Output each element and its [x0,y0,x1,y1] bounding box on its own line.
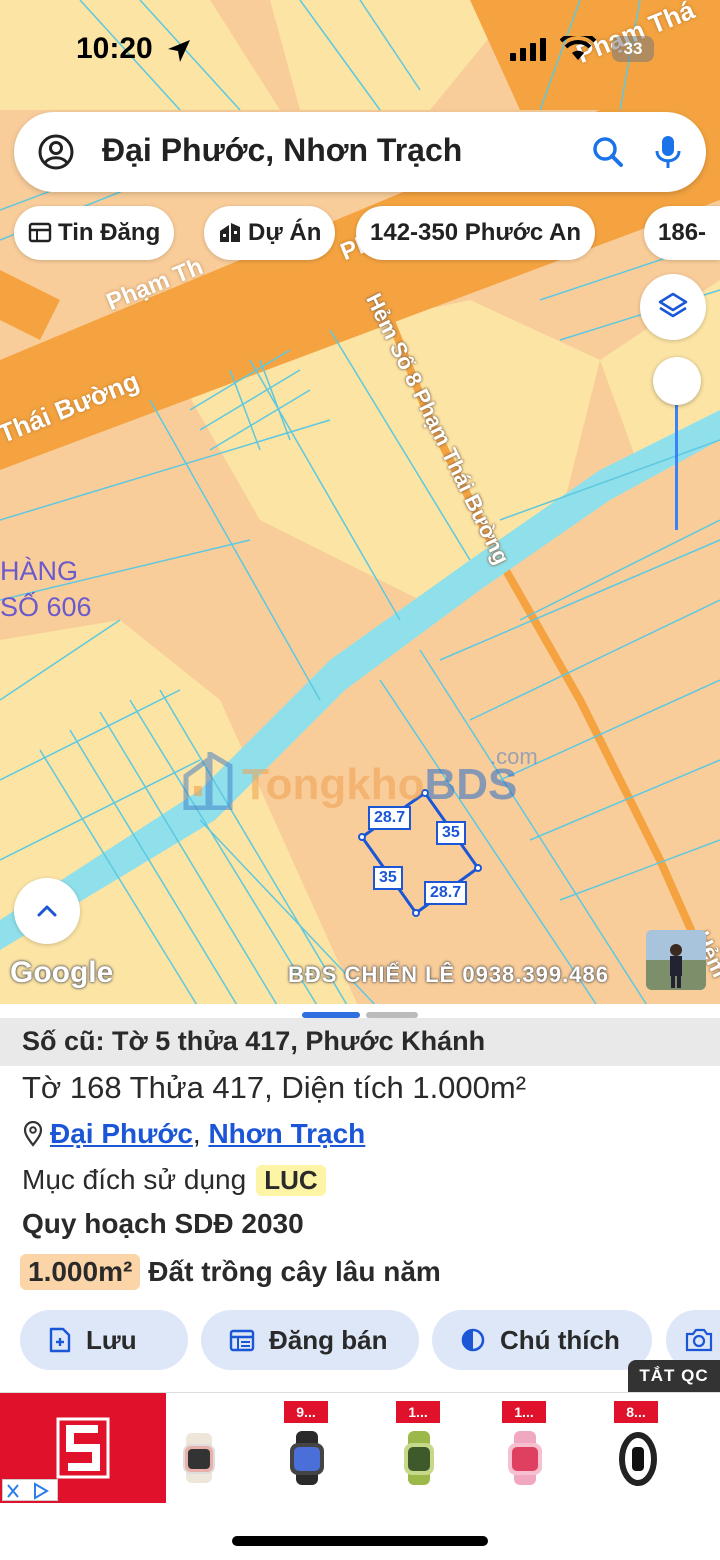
status-time: 10:20 [76,32,153,65]
dimension-label: 28.7 [368,806,412,830]
layers-button[interactable] [640,274,706,340]
ad-banner[interactable]: 9... 1... 1... 8... [0,1392,720,1503]
location-pin-icon [23,1120,43,1147]
ad-product[interactable] [170,1401,242,1497]
poi-label-line1: HÀNG [0,556,79,586]
panel-handle-inactive[interactable] [366,1012,418,1018]
land-use-row: Mục đích sử dụng LUC [22,1164,326,1196]
plan-area-badge: 1.000m² [20,1254,141,1290]
chip-address-2[interactable]: 186- [644,206,720,260]
save-doc-icon [49,1327,71,1353]
plan-title: Quy hoạch SDĐ 2030 [22,1208,304,1239]
expand-panel-button[interactable] [14,878,80,944]
ad-price-tag: 9... [284,1401,328,1423]
location-arrow-icon [168,40,190,62]
mic-icon[interactable] [648,132,688,172]
chevron-up-icon [37,905,57,917]
ad-product[interactable]: 9... [284,1401,356,1497]
legend-button[interactable]: Chú thích [432,1310,652,1370]
post-sale-button[interactable]: Đăng bán [201,1310,419,1370]
chip-label: Dự Án [248,219,322,246]
chip-du-an[interactable]: Dự Án [204,206,336,260]
layers-icon [658,292,688,318]
chip-label: 186- [658,219,707,246]
cellular-signal-icon [510,38,546,61]
ad-choices-icon [7,1482,49,1500]
chip-label: 142-350 Phước An [370,219,581,246]
location-separator: , [192,1118,209,1149]
calendar-icon [28,222,52,242]
building-icon [220,222,240,242]
ad-product[interactable]: 1... [396,1401,468,1497]
parcel-info-panel: Số cũ: Tờ 5 thửa 417, Phước Khánh Tờ 168… [0,1004,720,1394]
home-indicator[interactable] [232,1536,488,1546]
search-bar[interactable]: Đại Phước, Nhơn Trạch [14,112,706,192]
dimension-label: 35 [436,821,466,845]
old-parcel-id: Số cũ: Tờ 5 thửa 417, Phước Khánh [22,1026,486,1056]
camera-icon [685,1329,713,1352]
chip-tin-dang[interactable]: Tin Đăng [14,206,175,260]
search-icon[interactable] [588,132,628,172]
watermark-building-icon [183,752,233,810]
watch-icon [508,1431,542,1485]
google-logo: Google [10,956,114,989]
chip-label: Tin Đăng [58,219,161,246]
status-bar: 10:20 33 [0,28,720,72]
ad-price-tag: 1... [396,1401,440,1423]
ad-price-tag: 1... [502,1401,546,1423]
search-input[interactable]: Đại Phước, Nhơn Trạch [102,132,462,169]
save-button[interactable]: Lưu [20,1310,188,1370]
account-icon[interactable] [36,132,76,172]
contrast-icon [461,1328,485,1352]
watermark-com: .com [490,744,538,769]
watermark-text: TongkhoBDS [242,760,518,809]
dimension-label: 35 [373,866,403,890]
watch-icon [290,1431,324,1485]
save-label: Lưu [86,1325,137,1355]
ad-choices[interactable] [2,1479,58,1501]
watch-icon [404,1431,434,1485]
person-photo-icon [646,930,706,990]
ad-product[interactable]: 8... [614,1401,686,1497]
ad-price-tag: 8... [614,1401,658,1423]
district-link[interactable]: Nhơn Trạch [208,1118,365,1149]
band-icon [619,1432,657,1486]
dimension-label: 28.7 [424,881,468,905]
battery-indicator: 33 [612,36,654,62]
plan-row: 1.000m² Đất trồng cây lâu năm [20,1254,441,1290]
ad-product[interactable]: 1... [502,1401,574,1497]
legend-label: Chú thích [500,1325,620,1355]
location-row: Đại Phước, Nhơn Trạch [22,1118,365,1150]
street-view-thumbnail[interactable] [646,930,706,990]
poi-label-line2: SỐ 606 [0,592,92,622]
ad-close-button[interactable]: TẮT QC [628,1360,720,1392]
map-credit: BĐS CHIẾN LÊ 0938.399.486 [288,962,609,987]
parcel-info: Tờ 168 Thửa 417, Diện tích 1.000m² [22,1070,527,1105]
calendar-list-icon [229,1329,255,1352]
opacity-slider-knob[interactable] [653,357,701,405]
panel-handle-active[interactable] [302,1012,360,1018]
plan-type: Đất trồng cây lâu năm [148,1256,441,1287]
chip-address-1[interactable]: 142-350 Phước An [356,206,595,260]
land-use-label: Mục đích sử dụng [22,1164,247,1195]
watermark: TongkhoBDS .com [180,744,550,812]
wifi-icon [560,36,596,60]
post-sale-label: Đăng bán [269,1325,388,1355]
ward-link[interactable]: Đại Phước [50,1118,193,1149]
watch-icon [183,1433,215,1483]
land-use-code-badge: LUC [256,1165,326,1196]
